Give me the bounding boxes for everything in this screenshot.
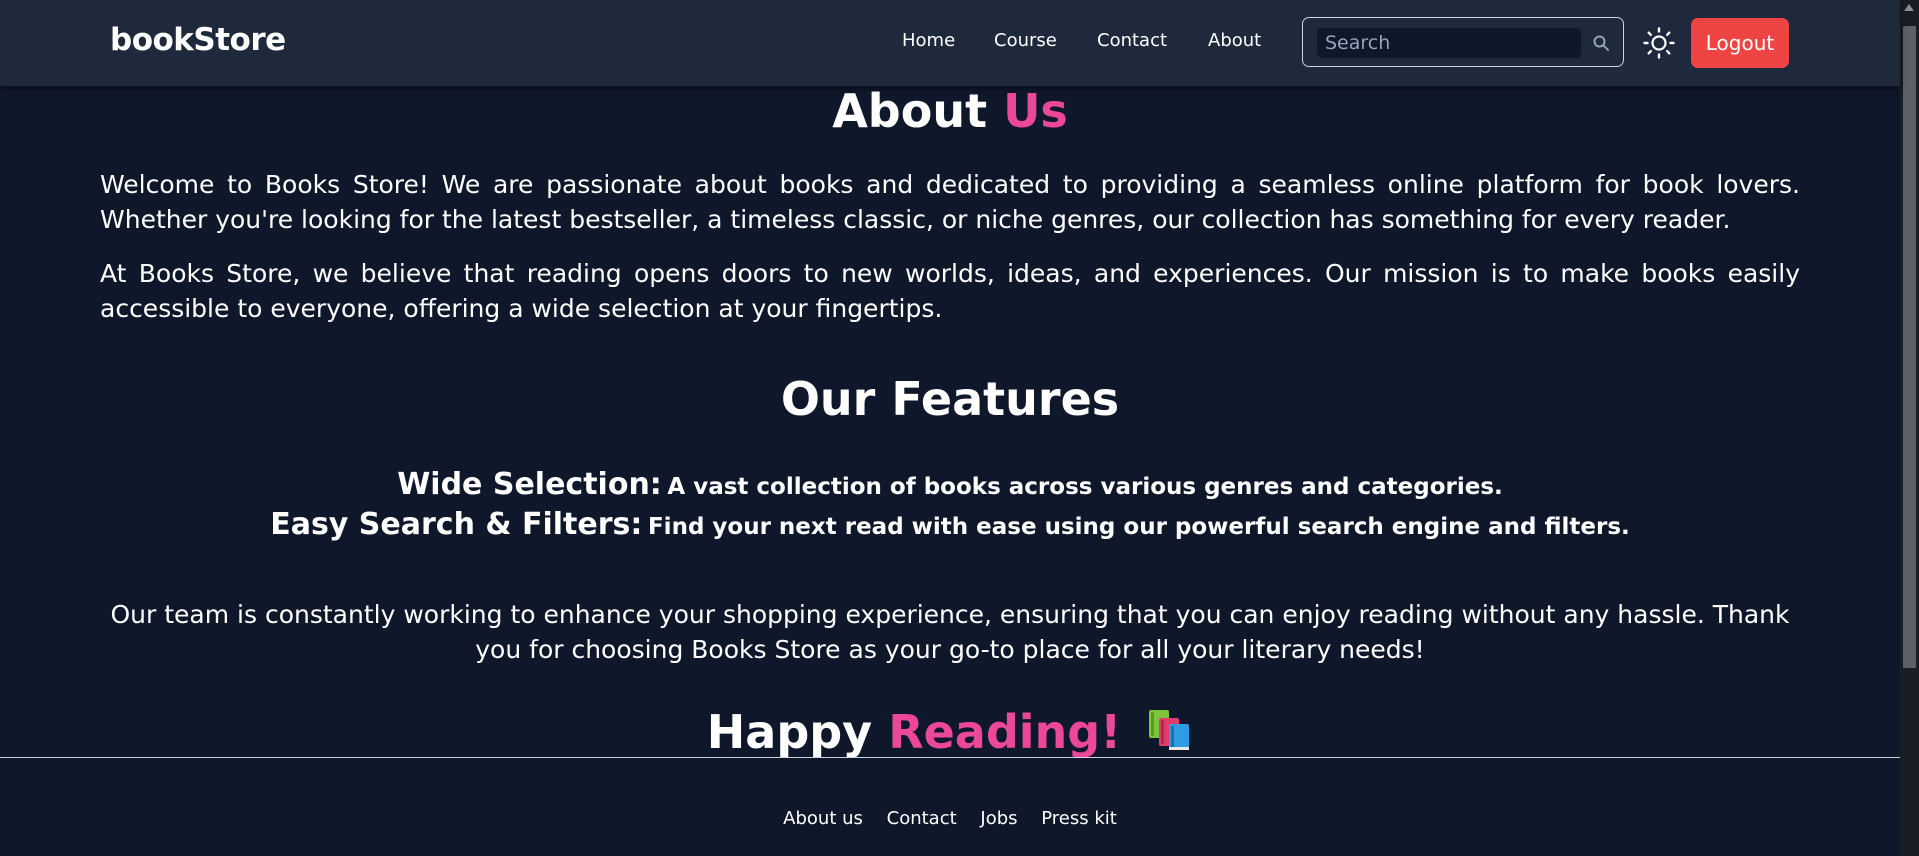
footer-link-press-kit[interactable]: Press kit: [1041, 808, 1117, 829]
signoff-accent: Reading!: [888, 705, 1122, 759]
footer-link-contact[interactable]: Contact: [887, 808, 957, 829]
features-title: Our Features: [780, 372, 1120, 426]
nav-link-course[interactable]: Course: [994, 30, 1057, 51]
feature-description: Find your next read with ease using our …: [647, 514, 1630, 540]
navbar: bookStore Home Course Contact About Sear…: [0, 0, 1900, 86]
about-paragraph-1: Welcome to Books Store! We are passionat…: [100, 170, 1800, 234]
nav-link-home[interactable]: Home: [902, 30, 955, 51]
search-input[interactable]: [1317, 28, 1581, 58]
feature-description: A vast collection of books across variou…: [667, 474, 1503, 500]
signoff-main: Happy: [706, 705, 873, 759]
feature-name: Easy Search & Filters:: [270, 507, 643, 542]
search-box: [1302, 17, 1624, 67]
vertical-scrollbar[interactable]: [1900, 0, 1919, 856]
scrollbar-thumb[interactable]: [1903, 26, 1916, 668]
about-page: About Us Welcome to Books Store! We are …: [0, 0, 1900, 856]
feature-name: Wide Selection:: [397, 467, 662, 502]
feature-item-wide-selection: Wide Selection: A vast collection of boo…: [0, 467, 1900, 502]
about-paragraph-2: At Books Store, we believe that reading …: [100, 259, 1800, 323]
brand-logo[interactable]: bookStore: [110, 22, 286, 58]
logout-button[interactable]: Logout: [1691, 18, 1789, 68]
books-icon: [1145, 708, 1193, 752]
closing-paragraph: Our team is constantly working to enhanc…: [110, 600, 1790, 664]
search-icon[interactable]: [1592, 34, 1610, 52]
footer-link-jobs[interactable]: Jobs: [980, 808, 1017, 829]
feature-item-easy-search: Easy Search & Filters: Find your next re…: [0, 507, 1900, 542]
footer-link-about-us[interactable]: About us: [783, 808, 863, 829]
nav-link-about[interactable]: About: [1208, 30, 1261, 51]
sun-icon[interactable]: [1643, 27, 1675, 59]
footer-nav: About us Contact Jobs Press kit: [0, 808, 1900, 829]
happy-reading-heading: Happy Reading!: [0, 705, 1900, 759]
about-title-main: About: [832, 84, 988, 138]
about-title-accent: Us: [1003, 84, 1068, 138]
footer-divider: [0, 757, 1900, 758]
scroll-up-arrow-icon[interactable]: [1904, 4, 1914, 11]
about-title: About Us: [0, 84, 1900, 138]
nav-link-contact[interactable]: Contact: [1097, 30, 1167, 51]
